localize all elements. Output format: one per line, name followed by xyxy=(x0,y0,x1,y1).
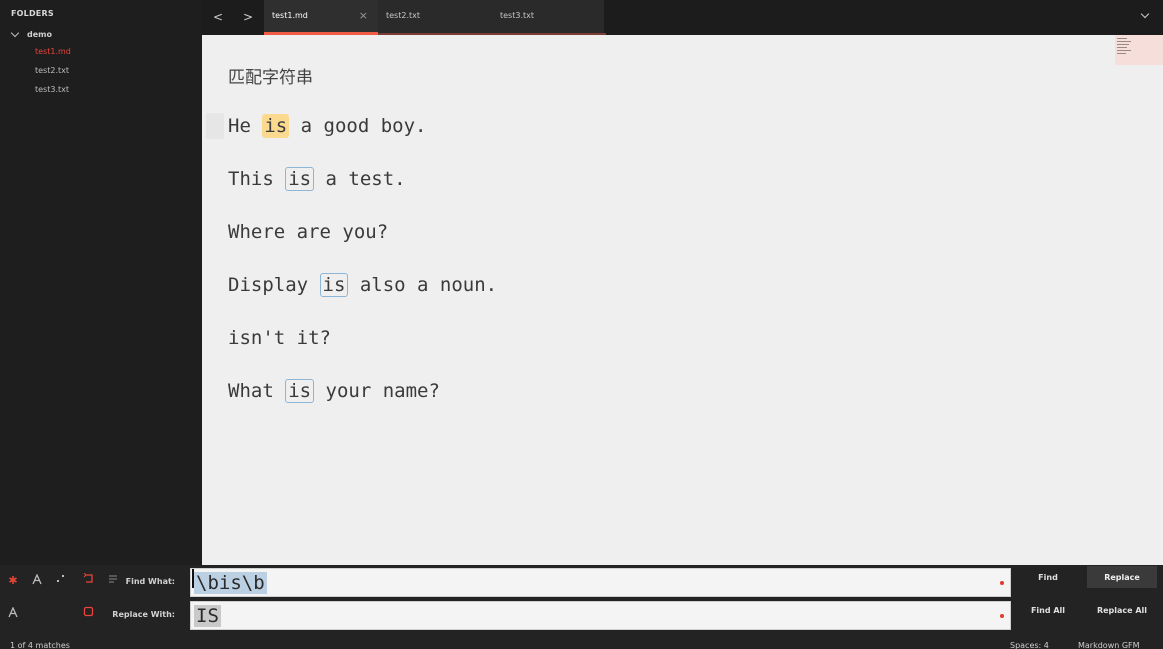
line-text: This xyxy=(228,168,286,190)
editor-line-4: Display is also a noun. xyxy=(228,273,498,297)
sidebar-file-test3[interactable]: test3.txt xyxy=(35,85,69,94)
editor[interactable]: 匹配字符串 He is a good boy. This is a test. … xyxy=(202,35,1163,565)
forward-button[interactable]: > xyxy=(235,6,261,28)
find-input-value: \bis\b xyxy=(194,572,267,594)
search-match: is xyxy=(285,379,315,403)
highlight-matches-icon[interactable] xyxy=(83,606,94,617)
line-text: your name? xyxy=(314,380,440,402)
regex-indicator xyxy=(1000,614,1004,618)
sidebar: FOLDERS demo test1.md test2.txt test3.tx… xyxy=(0,0,202,565)
line-text: He xyxy=(228,115,263,137)
back-button[interactable]: < xyxy=(205,6,231,28)
line-text: a test. xyxy=(314,168,406,190)
replace-all-button[interactable]: Replace All xyxy=(1087,599,1157,621)
find-input[interactable]: \bis\b xyxy=(190,568,1011,597)
editor-line-6: What is your name? xyxy=(228,379,440,403)
find-all-button[interactable]: Find All xyxy=(1013,599,1083,621)
replace-input-value: IS xyxy=(194,605,221,627)
sidebar-header: FOLDERS xyxy=(11,9,54,18)
whole-word-icon[interactable] xyxy=(56,574,66,584)
line-text: a good boy. xyxy=(289,115,427,137)
syntax-status[interactable]: Markdown GFM xyxy=(1078,641,1140,649)
editor-line-3: Where are you? xyxy=(228,221,389,243)
tab-bar: < > test1.md × test2.txt test3.txt xyxy=(202,0,1163,35)
minimap[interactable] xyxy=(1115,35,1163,65)
editor-heading: 匹配字符串 xyxy=(228,68,313,88)
tab-label: test1.md xyxy=(272,11,308,20)
line-text: What xyxy=(228,380,286,402)
tabs-strip: test1.md × test2.txt test3.txt xyxy=(264,0,606,35)
folder-label: demo xyxy=(27,29,52,39)
editor-line-2: This is a test. xyxy=(228,167,406,191)
tab-test3[interactable]: test3.txt xyxy=(492,0,606,35)
editor-line-1: He is a good boy. xyxy=(228,114,427,138)
sidebar-folder-demo[interactable]: demo xyxy=(11,28,52,40)
chevron-down-icon[interactable] xyxy=(1139,9,1153,23)
find-replace-panel: Find What: Replace With: \bis\b IS Find … xyxy=(0,565,1163,649)
preserve-case-icon[interactable] xyxy=(8,607,18,618)
close-icon[interactable]: × xyxy=(359,9,368,22)
replace-button[interactable]: Replace xyxy=(1087,566,1157,588)
tab-test1[interactable]: test1.md × xyxy=(264,0,378,35)
indentation-status[interactable]: Spaces: 4 xyxy=(1010,641,1049,649)
line-text: Display xyxy=(228,274,320,296)
line-text: also a noun. xyxy=(348,274,498,296)
current-line-gutter xyxy=(206,113,224,139)
sidebar-file-test1[interactable]: test1.md xyxy=(35,47,71,56)
tab-label: test2.txt xyxy=(386,11,421,20)
regex-indicator xyxy=(1000,581,1004,585)
editor-line-5: isn't it? xyxy=(228,327,331,349)
replace-with-label: Replace With: xyxy=(112,610,175,619)
match-count-status: 1 of 4 matches xyxy=(10,641,70,649)
tab-label: test3.txt xyxy=(500,11,535,20)
regex-toggle-icon[interactable] xyxy=(8,575,18,585)
search-match: is xyxy=(319,273,349,297)
find-button[interactable]: Find xyxy=(1013,566,1083,588)
wrap-icon[interactable] xyxy=(83,573,94,584)
sidebar-file-test2[interactable]: test2.txt xyxy=(35,66,69,75)
current-match: is xyxy=(262,114,290,138)
search-match: is xyxy=(285,167,315,191)
find-what-label: Find What: xyxy=(125,577,175,586)
case-sensitive-icon[interactable] xyxy=(32,574,42,585)
replace-input[interactable]: IS xyxy=(190,601,1011,630)
tab-test2[interactable]: test2.txt xyxy=(378,0,492,35)
chevron-down-icon xyxy=(11,30,19,38)
